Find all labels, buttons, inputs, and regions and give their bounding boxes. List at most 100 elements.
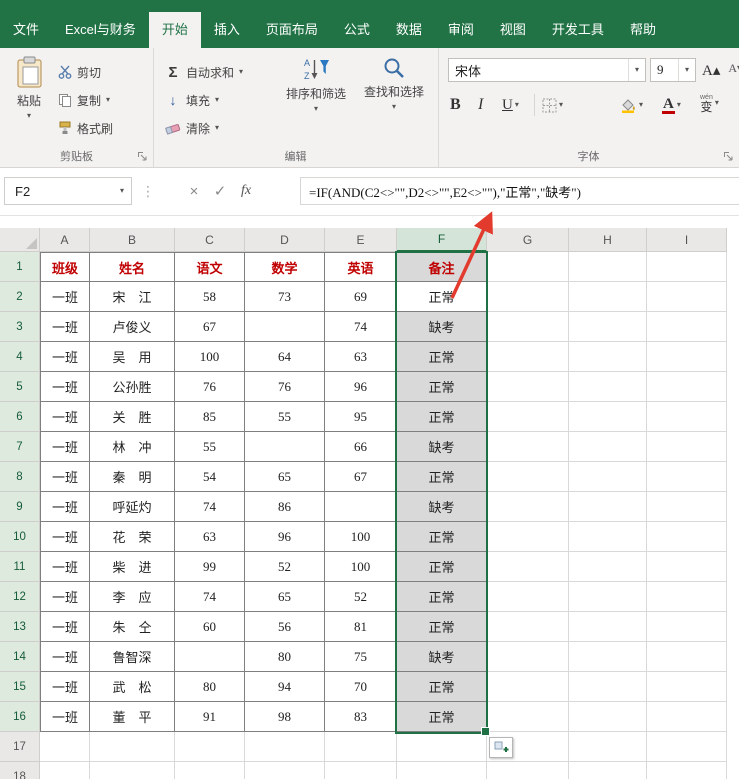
cell-C17[interactable] [175, 732, 245, 762]
fill-button[interactable]: ↓ 填充 ▾ [165, 88, 220, 112]
cell-G4[interactable] [487, 342, 569, 372]
cell-H7[interactable] [569, 432, 647, 462]
font-size-combobox[interactable]: 9 ▾ [650, 58, 696, 82]
copy-button[interactable]: 复制 ▾ [58, 88, 110, 112]
cell-G6[interactable] [487, 402, 569, 432]
cell-D13[interactable]: 56 [245, 612, 325, 642]
cell-A11[interactable]: 一班 [40, 552, 90, 582]
cell-A12[interactable]: 一班 [40, 582, 90, 612]
cell-G9[interactable] [487, 492, 569, 522]
cell-C4[interactable]: 100 [175, 342, 245, 372]
bold-button[interactable]: B [450, 92, 461, 118]
sort-filter-button[interactable]: A Z 排序和筛选 ▾ [279, 54, 353, 144]
cell-A14[interactable]: 一班 [40, 642, 90, 672]
tab-开发工具[interactable]: 开发工具 [539, 12, 617, 48]
clipboard-dialog-launcher-icon[interactable] [137, 151, 148, 162]
cell-C12[interactable]: 74 [175, 582, 245, 612]
row-header-13[interactable]: 13 [0, 612, 40, 642]
font-dialog-launcher-icon[interactable] [723, 151, 734, 162]
cell-D8[interactable]: 65 [245, 462, 325, 492]
cell-F16[interactable]: 正常 [397, 702, 487, 732]
cell-F3[interactable]: 缺考 [397, 312, 487, 342]
cell-E1[interactable]: 英语 [325, 252, 397, 282]
cell-H8[interactable] [569, 462, 647, 492]
cell-B7[interactable]: 林 冲 [90, 432, 175, 462]
tab-视图[interactable]: 视图 [487, 12, 539, 48]
font-color-button[interactable]: A ▾ [662, 92, 681, 118]
cell-H15[interactable] [569, 672, 647, 702]
cell-H1[interactable] [569, 252, 647, 282]
cell-G3[interactable] [487, 312, 569, 342]
clear-button[interactable]: 清除 ▾ [165, 116, 219, 140]
cell-A15[interactable]: 一班 [40, 672, 90, 702]
cell-C16[interactable]: 91 [175, 702, 245, 732]
cell-G7[interactable] [487, 432, 569, 462]
cell-A1[interactable]: 班级 [40, 252, 90, 282]
cell-A5[interactable]: 一班 [40, 372, 90, 402]
cell-E14[interactable]: 75 [325, 642, 397, 672]
cell-I9[interactable] [647, 492, 727, 522]
row-header-2[interactable]: 2 [0, 282, 40, 312]
cell-A4[interactable]: 一班 [40, 342, 90, 372]
tab-公式[interactable]: 公式 [331, 12, 383, 48]
cell-F4[interactable]: 正常 [397, 342, 487, 372]
cell-H18[interactable] [569, 762, 647, 779]
cell-F8[interactable]: 正常 [397, 462, 487, 492]
cell-D9[interactable]: 86 [245, 492, 325, 522]
cell-F17[interactable] [397, 732, 487, 762]
cell-B6[interactable]: 关 胜 [90, 402, 175, 432]
cell-E10[interactable]: 100 [325, 522, 397, 552]
cell-C7[interactable]: 55 [175, 432, 245, 462]
borders-button[interactable]: ▾ [542, 92, 563, 118]
col-header-C[interactable]: C [175, 228, 245, 252]
cell-B8[interactable]: 秦 明 [90, 462, 175, 492]
cell-F2[interactable]: 正常 [397, 282, 487, 312]
cell-E6[interactable]: 95 [325, 402, 397, 432]
grow-font-button[interactable]: A▴ [702, 61, 720, 80]
cell-G12[interactable] [487, 582, 569, 612]
cell-C15[interactable]: 80 [175, 672, 245, 702]
col-header-D[interactable]: D [245, 228, 325, 252]
cell-I15[interactable] [647, 672, 727, 702]
cell-A8[interactable]: 一班 [40, 462, 90, 492]
cell-E9[interactable] [325, 492, 397, 522]
cell-I8[interactable] [647, 462, 727, 492]
cell-B15[interactable]: 武 松 [90, 672, 175, 702]
cell-G14[interactable] [487, 642, 569, 672]
format-painter-button[interactable]: 格式刷 [58, 116, 113, 140]
autosum-button[interactable]: Σ 自动求和 ▾ [165, 60, 243, 84]
row-header-3[interactable]: 3 [0, 312, 40, 342]
cell-G15[interactable] [487, 672, 569, 702]
cell-D1[interactable]: 数学 [245, 252, 325, 282]
cell-D16[interactable]: 98 [245, 702, 325, 732]
cell-I11[interactable] [647, 552, 727, 582]
cell-E2[interactable]: 69 [325, 282, 397, 312]
tab-插入[interactable]: 插入 [201, 12, 253, 48]
italic-button[interactable]: I [478, 92, 483, 118]
cell-F13[interactable]: 正常 [397, 612, 487, 642]
col-header-E[interactable]: E [325, 228, 397, 252]
cell-F12[interactable]: 正常 [397, 582, 487, 612]
cell-D5[interactable]: 76 [245, 372, 325, 402]
cell-H4[interactable] [569, 342, 647, 372]
cell-F1[interactable]: 备注 [397, 252, 487, 282]
cell-I18[interactable] [647, 762, 727, 779]
cell-D6[interactable]: 55 [245, 402, 325, 432]
cell-H10[interactable] [569, 522, 647, 552]
cell-H17[interactable] [569, 732, 647, 762]
cell-F14[interactable]: 缺考 [397, 642, 487, 672]
cell-D3[interactable] [245, 312, 325, 342]
row-header-8[interactable]: 8 [0, 462, 40, 492]
cell-A10[interactable]: 一班 [40, 522, 90, 552]
cell-H16[interactable] [569, 702, 647, 732]
cell-C5[interactable]: 76 [175, 372, 245, 402]
cell-H11[interactable] [569, 552, 647, 582]
row-header-17[interactable]: 17 [0, 732, 40, 762]
cell-I16[interactable] [647, 702, 727, 732]
find-select-button[interactable]: 查找和选择 ▾ [355, 54, 433, 144]
cell-F11[interactable]: 正常 [397, 552, 487, 582]
cell-D7[interactable] [245, 432, 325, 462]
cell-H13[interactable] [569, 612, 647, 642]
cell-B11[interactable]: 柴 进 [90, 552, 175, 582]
cell-C8[interactable]: 54 [175, 462, 245, 492]
